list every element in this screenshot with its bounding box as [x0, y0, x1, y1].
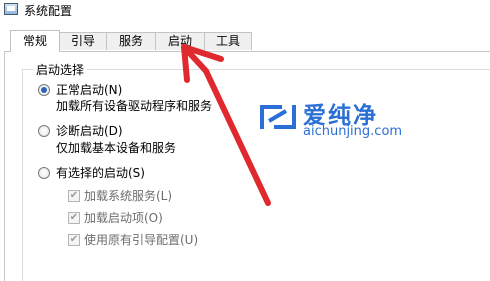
diagnostic-startup-description: 仅加载基本设备和服务 [56, 141, 177, 155]
normal-startup-label[interactable]: 正常启动(N) [56, 81, 122, 98]
system-config-window: 系统配置 常规 引导 服务 启动 工具 启动选择 正常启动(N) 加载所有设备驱… [0, 0, 490, 281]
title-bar: 系统配置 [0, 0, 490, 24]
diagnostic-startup-radio[interactable] [38, 125, 50, 137]
tab-services[interactable]: 服务 [106, 32, 156, 50]
window-title: 系统配置 [24, 4, 73, 18]
aichunjing-logo-icon [260, 105, 296, 129]
selective-startup-radio[interactable] [38, 167, 50, 179]
watermark-url: aichunjing.com [303, 124, 403, 139]
use-original-boot-config-label: 使用原有引导配置(U) [84, 233, 199, 247]
startup-selection-legend: 启动选择 [33, 61, 88, 78]
watermark: 爱纯净 aichunjing.com [256, 97, 402, 147]
use-original-boot-config-checkbox[interactable]: ✔ [68, 234, 80, 246]
normal-startup-description: 加载所有设备驱动程序和服务 [56, 99, 213, 113]
normal-startup-radio[interactable] [38, 84, 50, 96]
tab-tools[interactable]: 工具 [204, 32, 252, 50]
tab-startup[interactable]: 启动 [155, 32, 205, 50]
selective-startup-label[interactable]: 有选择的启动(S) [56, 164, 145, 181]
diagnostic-startup-label[interactable]: 诊断启动(D) [56, 122, 123, 139]
tab-strip: 常规 引导 服务 启动 工具 [0, 30, 490, 52]
load-system-services-checkbox[interactable]: ✔ [68, 190, 80, 202]
load-startup-items-label: 加载启动项(O) [84, 211, 163, 225]
system-config-icon [4, 3, 18, 15]
tab-general[interactable]: 常规 [10, 30, 60, 52]
load-startup-items-checkbox[interactable]: ✔ [68, 212, 80, 224]
tab-boot[interactable]: 引导 [59, 32, 107, 50]
load-system-services-label: 加载系统服务(L) [84, 189, 173, 203]
